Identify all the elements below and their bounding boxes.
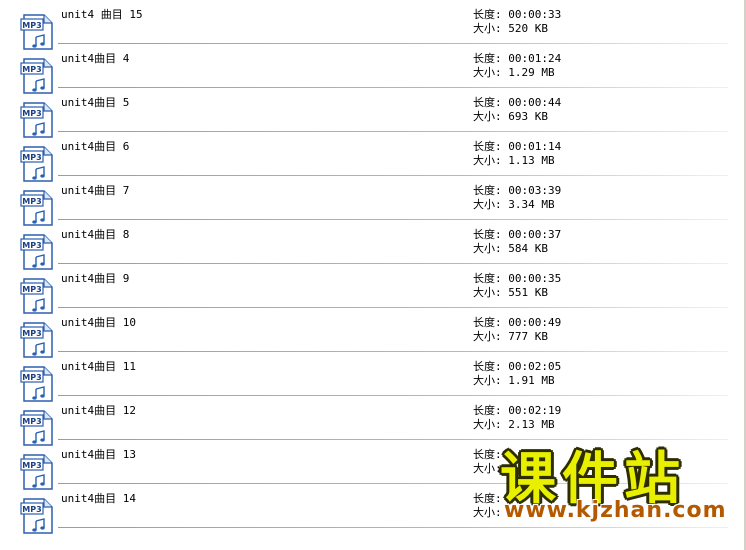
file-name: unit4曲目 14 (61, 492, 136, 505)
svg-text:MP3: MP3 (22, 505, 41, 514)
file-size: 大小: 584 KB (473, 242, 548, 255)
file-row[interactable]: MP3 unit4曲目 8 长度: 00:00:37 大小: 584 KB (0, 220, 744, 270)
file-size: 大小: 551 KB (473, 286, 548, 299)
file-duration: 长度: 00:02:05 (473, 360, 562, 373)
file-name: unit4 曲目 15 (61, 8, 143, 21)
svg-text:MP3: MP3 (22, 417, 41, 426)
file-duration: 长度: 00:03:39 (473, 184, 562, 197)
file-duration: 长度: 00:00:35 (473, 272, 562, 285)
file-meta: 长度: 00:02:19 大小: 2.13 MB (473, 404, 561, 432)
svg-text:MP3: MP3 (22, 329, 41, 338)
watermark-url: www.kjzhan.com (504, 498, 727, 523)
file-row[interactable]: MP3 unit4 曲目 15 长度: 00:00:33 大小: 520 KB (0, 0, 744, 50)
file-row[interactable]: MP3 unit4曲目 11 长度: 00:02:05 大小: 1.91 MB (0, 352, 744, 402)
file-size: 大小: 777 KB (473, 330, 548, 343)
file-name: unit4曲目 11 (61, 360, 136, 373)
file-meta: 长度: 00:01:24 大小: 1.29 MB (473, 52, 561, 80)
watermark-logo: 课件站 www.kjzhan.com (492, 450, 738, 548)
file-name: unit4曲目 9 (61, 272, 130, 285)
file-size: 大小: 520 KB (473, 22, 548, 35)
file-size: 大小: 1.13 MB (473, 154, 555, 167)
file-meta: 长度: 00:03:39 大小: 3.34 MB (473, 184, 561, 212)
file-meta: 长度: 00:00:49 大小: 777 KB (473, 316, 561, 344)
file-meta: 长度: 00:00:44 大小: 693 KB (473, 96, 561, 124)
file-row[interactable]: MP3 unit4曲目 4 长度: 00:01:24 大小: 1.29 MB (0, 44, 744, 94)
file-meta: 长度: 00:00:33 大小: 520 KB (473, 8, 561, 36)
file-duration: 长度: 00:00:44 (473, 96, 562, 109)
file-duration: 长度: 00:00:49 (473, 316, 562, 329)
svg-text:MP3: MP3 (22, 109, 41, 118)
file-meta: 长度: 00:00:35 大小: 551 KB (473, 272, 561, 300)
file-duration: 长度: 00:02:19 (473, 404, 562, 417)
file-row[interactable]: MP3 unit4曲目 10 长度: 00:00:49 大小: 777 KB (0, 308, 744, 358)
file-row[interactable]: MP3 unit4曲目 5 长度: 00:00:44 大小: 693 KB (0, 88, 744, 138)
file-duration: 长度: 00:01:24 (473, 52, 562, 65)
file-size: 大小: 3.34 MB (473, 198, 555, 211)
file-size: 大小: 693 KB (473, 110, 548, 123)
file-size: 大小: 2.13 MB (473, 418, 555, 431)
svg-text:MP3: MP3 (22, 65, 41, 74)
file-name: unit4曲目 12 (61, 404, 136, 417)
file-meta: 长度: 00:02:05 大小: 1.91 MB (473, 360, 561, 388)
file-row[interactable]: MP3 unit4曲目 12 长度: 00:02:19 大小: 2.13 MB (0, 396, 744, 446)
file-name: unit4曲目 4 (61, 52, 130, 65)
svg-text:MP3: MP3 (22, 461, 41, 470)
file-name: unit4曲目 5 (61, 96, 130, 109)
svg-text:MP3: MP3 (22, 197, 41, 206)
file-row[interactable]: MP3 unit4曲目 6 长度: 00:01:14 大小: 1.13 MB (0, 132, 744, 182)
file-row[interactable]: MP3 unit4曲目 9 长度: 00:00:35 大小: 551 KB (0, 264, 744, 314)
file-duration: 长度: 00:00:33 (473, 8, 562, 21)
svg-text:MP3: MP3 (22, 285, 41, 294)
file-name: unit4曲目 6 (61, 140, 130, 153)
file-meta: 长度: 00:00:37 大小: 584 KB (473, 228, 561, 256)
svg-text:MP3: MP3 (22, 241, 41, 250)
file-name: unit4曲目 8 (61, 228, 130, 241)
mp3-file-icon: MP3 (20, 498, 53, 534)
file-size: 大小: 1.29 MB (473, 66, 555, 79)
file-row[interactable]: MP3 unit4曲目 7 长度: 00:03:39 大小: 3.34 MB (0, 176, 744, 226)
file-meta: 长度: 00:01:14 大小: 1.13 MB (473, 140, 561, 168)
svg-text:MP3: MP3 (22, 21, 41, 30)
svg-text:MP3: MP3 (22, 153, 41, 162)
svg-text:MP3: MP3 (22, 373, 41, 382)
file-size: 大小: 1.91 MB (473, 374, 555, 387)
file-name: unit4曲目 10 (61, 316, 136, 329)
file-name: unit4曲目 7 (61, 184, 130, 197)
file-duration: 长度: 00:00:37 (473, 228, 562, 241)
file-name: unit4曲目 13 (61, 448, 136, 461)
file-duration: 长度: 00:01:14 (473, 140, 562, 153)
